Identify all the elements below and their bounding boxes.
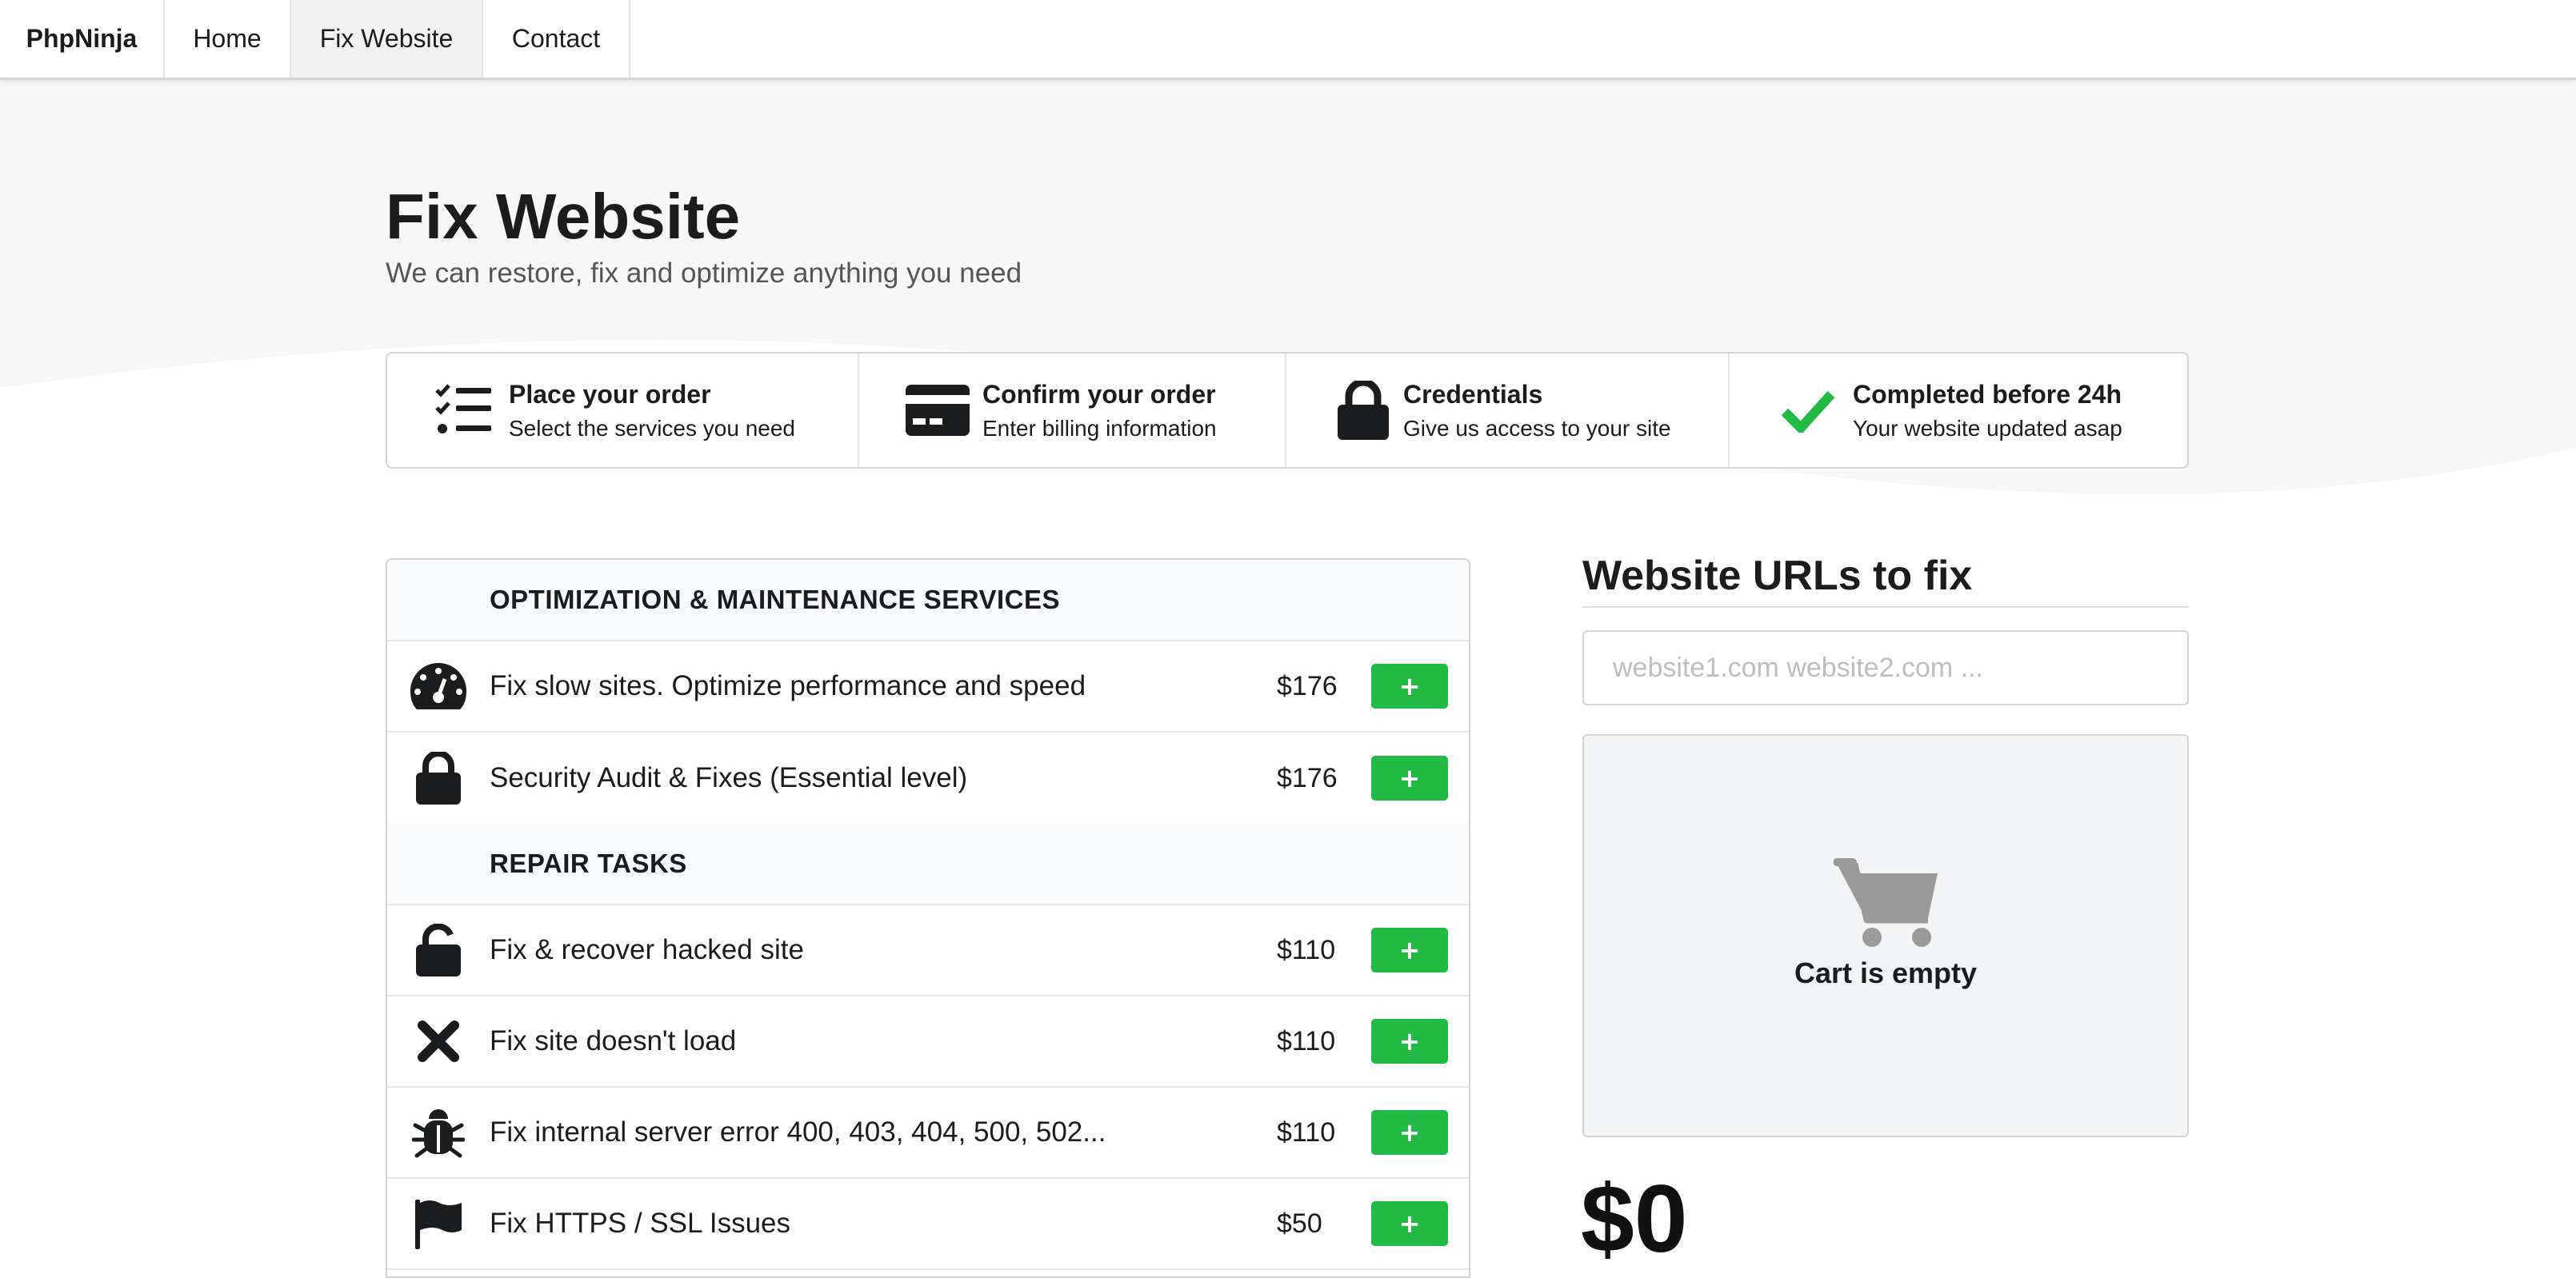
section-header-optimization: OPTIMIZATION & MAINTENANCE SERVICES [387,560,1469,641]
urls-title: Website URLs to fix [1582,553,1973,599]
step-desc: Enter billing information [982,415,1217,441]
x-icon [387,996,490,1086]
step-desc: Select the services you need [509,415,795,441]
page-title: Fix Website [386,181,741,252]
cart-total: $0 [1581,1165,1688,1272]
add-to-cart-button[interactable]: + [1371,1110,1448,1155]
top-navbar: PhpNinja Home Fix Website Contact [0,0,2576,80]
add-to-cart-button[interactable]: + [1371,756,1448,801]
step-place-order: Place your order Select the services you… [387,353,859,467]
nav-item-fix-website[interactable]: Fix Website [291,0,483,78]
brand-logo[interactable]: PhpNinja [0,0,165,78]
step-title: Credentials [1403,379,1543,409]
service-label: Security Audit & Fixes (Essential level) [490,762,968,793]
add-to-cart-button[interactable]: + [1371,664,1448,709]
add-to-cart-button[interactable]: + [1371,1019,1448,1064]
unlock-icon [387,905,490,995]
services-table: OPTIMIZATION & MAINTENANCE SERVICES Fix … [386,558,1470,1278]
service-price: $50 [1277,1208,1322,1239]
cart-box: Cart is empty [1582,734,2189,1137]
service-price: $110 [1277,1025,1336,1056]
service-price: $110 [1277,934,1336,965]
service-label: Fix & recover hacked site [490,934,804,965]
add-to-cart-button[interactable]: + [1371,1201,1448,1246]
step-confirm-order: Confirm your order Enter billing informa… [859,353,1286,467]
lock-icon [1331,378,1395,442]
table-row: Fix & recover hacked site $110 + [387,905,1469,996]
service-label: Fix HTTPS / SSL Issues [490,1208,791,1239]
service-price: $176 [1277,762,1338,793]
service-label: Fix site doesn't load [490,1025,737,1056]
step-desc: Your website updated asap [1853,415,2122,441]
credit-card-icon [906,378,970,442]
step-title: Place your order [509,379,711,409]
table-row: Fix site doesn't load $110 + [387,996,1469,1088]
nav-item-home[interactable]: Home [165,0,291,78]
table-row: Security Audit & Fixes (Essential level)… [387,733,1469,824]
lock-icon [387,733,490,824]
service-label: Fix internal server error 400, 403, 404,… [490,1116,1106,1148]
shopping-cart-icon [1834,858,1938,947]
section-title: REPAIR TASKS [490,849,687,878]
order-steps: Place your order Select the services you… [386,352,2189,469]
table-row: Fix internal server error 400, 403, 404,… [387,1088,1469,1179]
nav-item-contact[interactable]: Contact [483,0,630,78]
table-row: Fix HTTPS / SSL Issues $50 + [387,1179,1469,1270]
step-title: Confirm your order [982,379,1216,409]
step-credentials: Credentials Give us access to your site [1286,353,1730,467]
website-urls-input[interactable] [1582,630,2189,705]
flag-icon [387,1179,490,1268]
step-title: Completed before 24h [1853,379,2122,409]
step-completed: Completed before 24h Your website update… [1730,353,2187,467]
table-row: Fix slow sites. Optimize performance and… [387,641,1469,733]
service-price: $176 [1277,670,1338,701]
bug-icon [387,1088,490,1177]
page-subtitle: We can restore, fix and optimize anythin… [386,258,1022,289]
urls-divider [1582,606,2189,608]
service-label: Fix slow sites. Optimize performance and… [490,670,1086,701]
service-price: $110 [1277,1116,1336,1148]
checklist-icon [432,378,496,442]
cart-empty-text: Cart is empty [1794,957,1978,989]
speedometer-icon [387,641,490,731]
section-title: OPTIMIZATION & MAINTENANCE SERVICES [490,585,1060,614]
section-header-repair: REPAIR TASKS [387,824,1469,905]
step-desc: Give us access to your site [1403,415,1671,441]
checkmark-icon [1776,378,1840,442]
add-to-cart-button[interactable]: + [1371,928,1448,972]
